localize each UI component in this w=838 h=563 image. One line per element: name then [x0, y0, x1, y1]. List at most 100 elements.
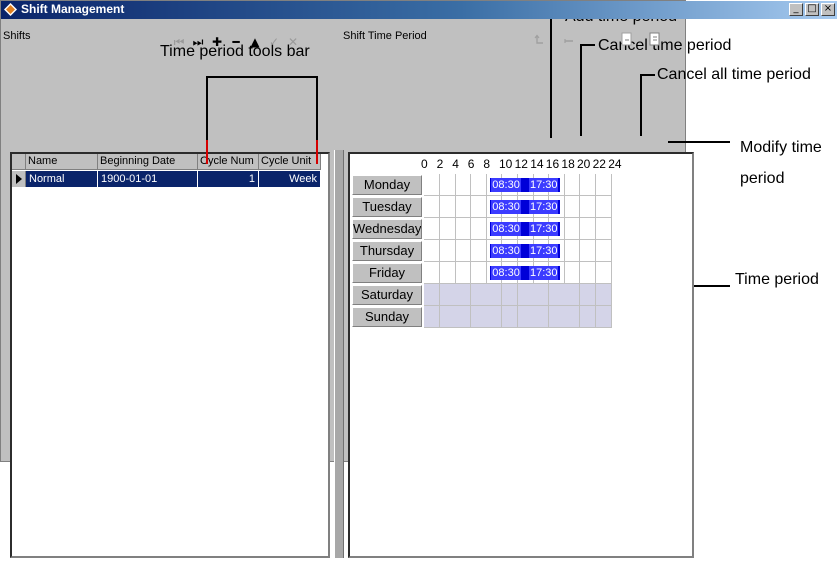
grid-cell[interactable]: [455, 174, 472, 196]
grid-cell[interactable]: [564, 196, 581, 218]
cancel-icon[interactable]: ✕: [286, 36, 300, 48]
add-period-leader-v: [550, 14, 552, 138]
grid-cell[interactable]: [439, 174, 456, 196]
period-start-time: 08:30: [491, 200, 521, 214]
grid-cell[interactable]: [439, 240, 456, 262]
grid-cell[interactable]: [439, 218, 456, 240]
grid-cell[interactable]: [470, 284, 487, 306]
grid-cell[interactable]: [455, 218, 472, 240]
grid-cell[interactable]: [580, 196, 596, 218]
column-header-name[interactable]: Name: [26, 154, 98, 170]
grid-cell[interactable]: [580, 240, 596, 262]
time-period-bar[interactable]: 08:30 17:30: [490, 178, 561, 192]
grid-cell[interactable]: [564, 240, 581, 262]
grid-cell[interactable]: [455, 284, 472, 306]
grid-cell[interactable]: [580, 174, 596, 196]
grid-cell[interactable]: [595, 218, 612, 240]
close-button[interactable]: ×: [821, 3, 835, 16]
hour-label: 4: [452, 157, 459, 171]
cancel-period-icon[interactable]: [563, 34, 575, 46]
grid-cell[interactable]: [470, 262, 487, 284]
grid-cell[interactable]: [595, 306, 612, 328]
grid-cell[interactable]: [502, 306, 518, 328]
cancel-all-period-icon[interactable]: [620, 32, 634, 47]
column-header-beginning-date[interactable]: Beginning Date: [98, 154, 198, 170]
time-period-bar[interactable]: 08:30 17:30: [490, 266, 561, 280]
grid-cell[interactable]: [455, 240, 472, 262]
first-record-icon[interactable]: ⏮: [172, 36, 186, 48]
grid-cell[interactable]: [470, 306, 487, 328]
column-header-cycle-unit[interactable]: Cycle Unit: [259, 154, 321, 170]
grid-cell[interactable]: [486, 306, 503, 328]
grid-cell[interactable]: [424, 262, 440, 284]
grid-cell[interactable]: [424, 218, 440, 240]
grid-cell[interactable]: [595, 262, 612, 284]
add-period-icon[interactable]: [534, 34, 546, 46]
shift-time-period-header: Shift Time Period: [343, 30, 427, 42]
cell-beginning-date[interactable]: 1900-01-01: [98, 171, 198, 187]
time-period-bar[interactable]: 08:30 17:30: [490, 200, 561, 214]
grid-cell[interactable]: [595, 174, 612, 196]
grid-cell[interactable]: [580, 284, 596, 306]
period-end-time: 17:30: [528, 244, 559, 258]
grid-cell[interactable]: [580, 262, 596, 284]
hour-label: 20: [577, 157, 591, 171]
period-end-time: 17:30: [528, 266, 559, 280]
grid-cell[interactable]: [455, 306, 472, 328]
grid-cell[interactable]: [533, 284, 550, 306]
grid-cell[interactable]: [424, 174, 440, 196]
day-label-sunday: Sunday: [352, 307, 422, 327]
grid-cell[interactable]: [595, 284, 612, 306]
day-label-wednesday: Wednesday: [352, 219, 422, 239]
last-record-icon[interactable]: ⏭: [191, 36, 205, 48]
grid-cell[interactable]: [580, 218, 596, 240]
time-period-bar[interactable]: 08:30 17:30: [490, 222, 561, 236]
grid-cell[interactable]: [424, 196, 440, 218]
grid-cell[interactable]: [517, 306, 534, 328]
grid-cell[interactable]: [564, 284, 581, 306]
time-period-bar[interactable]: 08:30 17:30: [490, 244, 561, 258]
modify-period-icon[interactable]: [648, 32, 662, 47]
grid-cell[interactable]: [439, 196, 456, 218]
grid-cell[interactable]: [424, 240, 440, 262]
grid-cell[interactable]: [486, 284, 503, 306]
grid-cell[interactable]: [517, 284, 534, 306]
hour-label: 0: [421, 157, 428, 171]
grid-cell[interactable]: [564, 262, 581, 284]
grid-cell[interactable]: [424, 284, 440, 306]
grid-cell[interactable]: [502, 284, 518, 306]
grid-cell[interactable]: [470, 240, 487, 262]
add-icon[interactable]: ✚: [210, 36, 224, 48]
grid-cell[interactable]: [595, 196, 612, 218]
grid-cell[interactable]: [439, 284, 456, 306]
cell-cycle-num[interactable]: 1: [198, 171, 259, 187]
grid-cell[interactable]: [580, 306, 596, 328]
grid-cell[interactable]: [470, 196, 487, 218]
period-end-time: 17:30: [528, 200, 559, 214]
minimize-button[interactable]: _: [789, 3, 803, 16]
grid-cell[interactable]: [564, 174, 581, 196]
grid-cell[interactable]: [564, 306, 581, 328]
grid-cell[interactable]: [455, 196, 472, 218]
grid-cell[interactable]: [548, 306, 565, 328]
current-row-indicator: [12, 171, 26, 187]
grid-cell[interactable]: [533, 306, 550, 328]
grid-cell[interactable]: [439, 306, 456, 328]
grid-cell[interactable]: [439, 262, 456, 284]
grid-cell[interactable]: [595, 240, 612, 262]
grid-cell[interactable]: [548, 284, 565, 306]
maximize-button[interactable]: □: [805, 3, 819, 16]
panel-splitter[interactable]: [334, 150, 344, 558]
move-up-icon[interactable]: ▲: [248, 36, 262, 48]
grid-cell[interactable]: [564, 218, 581, 240]
hour-label: 6: [467, 157, 475, 171]
cell-name[interactable]: Normal: [26, 171, 98, 187]
title-bar[interactable]: Shift Management _ □ ×: [1, 1, 837, 19]
cell-cycle-unit[interactable]: Week: [259, 171, 321, 187]
delete-icon[interactable]: ━: [229, 36, 243, 48]
grid-cell[interactable]: [424, 306, 440, 328]
confirm-icon[interactable]: ✓: [267, 36, 281, 48]
grid-cell[interactable]: [470, 174, 487, 196]
grid-cell[interactable]: [455, 262, 472, 284]
grid-cell[interactable]: [470, 218, 487, 240]
